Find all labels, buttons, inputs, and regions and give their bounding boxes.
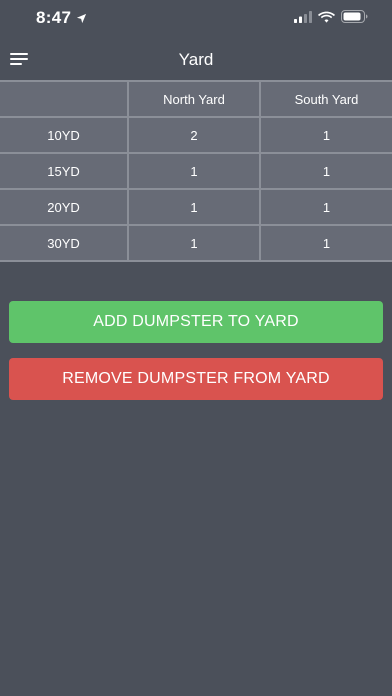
- nav-bar: Yard: [0, 40, 392, 80]
- south-yard-count-cell: 1: [259, 116, 392, 154]
- dumpster-size-cell: 30YD: [0, 224, 129, 262]
- table-row: 15YD 1 1: [0, 152, 392, 190]
- status-icons: [294, 10, 368, 23]
- status-time: 8:47: [36, 8, 72, 27]
- table-row: 30YD 1 1: [0, 224, 392, 262]
- table-row: 10YD 2 1: [0, 116, 392, 154]
- battery-icon: [341, 10, 368, 23]
- south-yard-count-cell: 1: [259, 224, 392, 262]
- north-yard-count-cell: 1: [127, 188, 261, 226]
- table-header-north-yard: North Yard: [127, 80, 261, 118]
- table-header-row: North Yard South Yard: [0, 80, 392, 118]
- north-yard-count-cell: 1: [127, 224, 261, 262]
- table-header-south-yard: South Yard: [259, 80, 392, 118]
- dumpster-size-cell: 15YD: [0, 152, 129, 190]
- north-yard-count-cell: 1: [127, 152, 261, 190]
- status-time-group: 8:47: [36, 8, 87, 28]
- status-bar: 8:47: [0, 0, 392, 40]
- page-title: Yard: [178, 50, 214, 69]
- dumpster-size-cell: 20YD: [0, 188, 129, 226]
- dumpster-size-cell: 10YD: [0, 116, 129, 154]
- table-row: 20YD 1 1: [0, 188, 392, 226]
- north-yard-count-cell: 2: [127, 116, 261, 154]
- wifi-icon: [318, 11, 335, 23]
- table-header-size: [0, 80, 129, 118]
- south-yard-count-cell: 1: [259, 152, 392, 190]
- location-arrow-icon: [77, 13, 87, 23]
- south-yard-count-cell: 1: [259, 188, 392, 226]
- add-dumpster-button[interactable]: ADD DUMPSTER TO YARD: [9, 301, 383, 343]
- remove-dumpster-button[interactable]: REMOVE DUMPSTER FROM YARD: [9, 358, 383, 400]
- yard-inventory-table: North Yard South Yard 10YD 2 1 15YD 1 1 …: [0, 80, 392, 262]
- cellular-signal-icon: [294, 10, 312, 23]
